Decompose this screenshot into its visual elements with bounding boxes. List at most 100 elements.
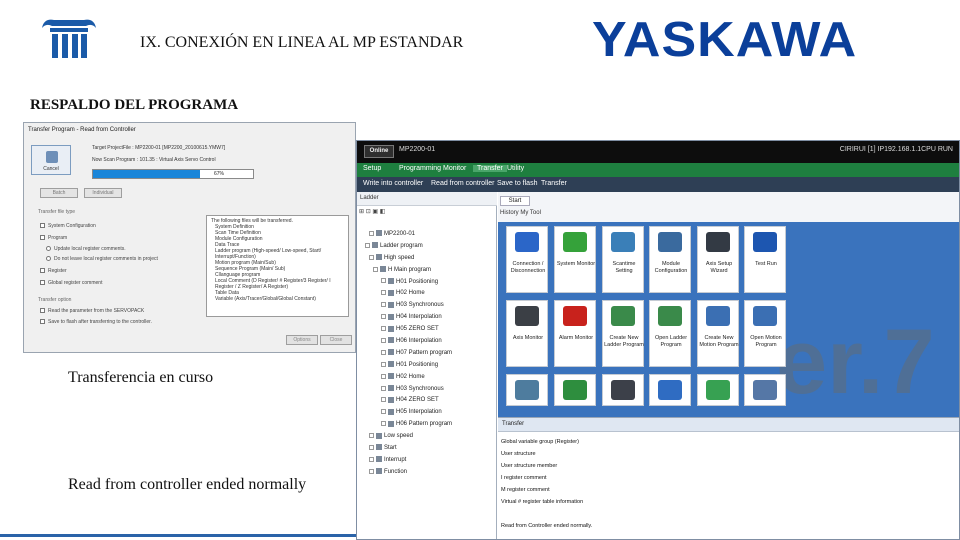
expand-icon[interactable]	[369, 254, 374, 260]
menu-programming[interactable]: Programming	[399, 165, 441, 172]
tree-item[interactable]: High speed	[359, 253, 495, 265]
menu-setup[interactable]: Setup	[363, 165, 381, 172]
tree-item[interactable]: H06 Interpolation	[359, 336, 495, 348]
tree-item[interactable]: H05 ZERO SET	[359, 324, 495, 336]
transfer-button[interactable]: Transfer	[541, 180, 567, 187]
tile-system-monitor[interactable]: System Monitor	[554, 226, 596, 293]
expand-icon[interactable]	[381, 278, 386, 284]
check-save-to-flash[interactable]: Save to flash after transferring to the …	[40, 319, 152, 325]
tile[interactable]	[697, 374, 739, 406]
expand-icon[interactable]	[381, 349, 386, 355]
program-icon	[388, 277, 394, 284]
online-status-button[interactable]: Online	[364, 145, 394, 158]
tree-item[interactable]: Low speed	[359, 431, 495, 443]
tree-item[interactable]: H02 Home	[359, 372, 495, 384]
batch-button[interactable]: Batch	[40, 188, 78, 198]
expand-icon[interactable]	[369, 468, 374, 474]
menu-utility[interactable]: Utility	[507, 165, 524, 172]
tile[interactable]	[506, 374, 548, 406]
ladder-toolbar[interactable]: ⊞ ⊡ ▣ ◧	[359, 208, 385, 215]
options-button[interactable]: Options	[286, 335, 318, 345]
expand-icon[interactable]	[381, 397, 386, 403]
program-icon	[376, 432, 382, 439]
tile[interactable]	[554, 374, 596, 406]
expand-icon[interactable]	[373, 266, 378, 272]
version-watermark: er.7	[776, 311, 935, 413]
expand-icon[interactable]	[381, 290, 386, 296]
tile[interactable]	[649, 374, 691, 406]
tree-item[interactable]: H04 Interpolation	[359, 312, 495, 324]
tile-connection-disconnection[interactable]: Connection / Disconnection	[506, 226, 548, 293]
tile[interactable]	[602, 374, 644, 406]
expand-icon[interactable]	[381, 373, 386, 379]
tree-item[interactable]: H01 Positioning	[359, 277, 495, 289]
expand-icon[interactable]	[381, 314, 386, 320]
expand-icon[interactable]	[381, 385, 386, 391]
section-title: RESPALDO DEL PROGRAMA	[30, 97, 239, 113]
expand-icon[interactable]	[381, 409, 386, 415]
tile-label: Open Ladder Program	[654, 335, 688, 348]
scan-status-line: Now Scan Program : 101.35 : Virtual Axis…	[92, 157, 216, 163]
expand-icon[interactable]	[381, 421, 386, 427]
tile-axis-setup-wizard[interactable]: Axis Setup Wizard	[697, 226, 739, 293]
tile-open-ladder-program[interactable]: Open Ladder Program	[649, 300, 691, 367]
tile-axis-monitor[interactable]: Axis Monitor	[506, 300, 548, 367]
expand-icon[interactable]	[365, 242, 370, 248]
radio-do-not-leave-comments[interactable]: Do not leave local register comments in …	[46, 256, 158, 262]
tree-item[interactable]: H03 Synchronous	[359, 384, 495, 396]
tile-create-new-motion-program[interactable]: Create New Motion Program	[697, 300, 739, 367]
tab-start[interactable]: Start	[500, 196, 530, 206]
expand-icon[interactable]	[381, 302, 386, 308]
divider-line	[0, 534, 356, 537]
log-line: Virtual # register table information	[501, 499, 584, 505]
tile-test-run[interactable]: Test Run	[744, 226, 786, 293]
tree-item[interactable]: H05 Interpolation	[359, 407, 495, 419]
log-line: I register comment	[501, 475, 547, 481]
expand-icon[interactable]	[369, 230, 374, 236]
tree-item[interactable]: H03 Synchronous	[359, 300, 495, 312]
check-read-servopack-param[interactable]: Read the parameter from the SERVOPACK	[40, 308, 144, 314]
tree-item[interactable]: MP2200-01	[359, 229, 495, 241]
tile-create-new-ladder-program[interactable]: Create New Ladder Program	[602, 300, 644, 367]
check-global-register-comment[interactable]: Global register comment	[40, 280, 102, 286]
tree-item[interactable]: H02 Home	[359, 288, 495, 300]
expand-icon[interactable]	[369, 433, 374, 439]
tree-item[interactable]: H06 Pattern program	[359, 419, 495, 431]
ribbon-menu-bar: Setup Programming Monitor Transfer Utili…	[357, 163, 959, 177]
expand-icon[interactable]	[381, 337, 386, 343]
history-mytool-bar[interactable]: History My Tool	[500, 210, 541, 216]
check-system-configuration[interactable]: System Configuration	[40, 223, 96, 229]
tile-module-configuration[interactable]: Module Configuration	[649, 226, 691, 293]
transfer-type-label: Transfer file type	[38, 209, 76, 215]
tile-icon	[658, 232, 682, 252]
tree-item[interactable]: H07 Pattern program	[359, 348, 495, 360]
radio-update-local-comments[interactable]: Update local register comments.	[46, 246, 126, 252]
menu-transfer[interactable]: Transfer	[473, 165, 507, 172]
tree-item[interactable]: H Main program	[359, 265, 495, 277]
tree-item[interactable]: H04 ZERO SET	[359, 395, 495, 407]
tile[interactable]	[744, 374, 786, 406]
tree-item[interactable]: Ladder program	[359, 241, 495, 253]
tile-alarm-monitor[interactable]: Alarm Monitor	[554, 300, 596, 367]
expand-icon[interactable]	[369, 444, 374, 450]
read-from-controller-button[interactable]: Read from controller	[431, 180, 494, 187]
tree-item[interactable]: H01 Positioning	[359, 360, 495, 372]
expand-icon[interactable]	[381, 326, 386, 332]
tree-item[interactable]: Start	[359, 443, 495, 455]
log-line: M register comment	[501, 487, 550, 493]
menu-monitor[interactable]: Monitor	[443, 165, 466, 172]
check-register[interactable]: Register	[40, 268, 67, 274]
write-into-controller-button[interactable]: Write into controller	[363, 180, 423, 187]
expand-icon[interactable]	[369, 456, 374, 462]
tile-open-motion-program[interactable]: Open Motion Program	[744, 300, 786, 367]
individual-button[interactable]: Individual	[84, 188, 122, 198]
tree-item[interactable]: Interrupt	[359, 455, 495, 467]
expand-icon[interactable]	[381, 361, 386, 367]
close-button[interactable]: Close	[320, 335, 352, 345]
tree-item[interactable]: Function	[359, 467, 495, 479]
tile-scantime-setting[interactable]: Scantime Setting	[602, 226, 644, 293]
save-to-flash-button[interactable]: Save to flash	[497, 180, 537, 187]
cancel-button[interactable]: Cancel	[31, 145, 71, 175]
program-icon	[388, 337, 394, 344]
check-program[interactable]: Program	[40, 235, 67, 241]
